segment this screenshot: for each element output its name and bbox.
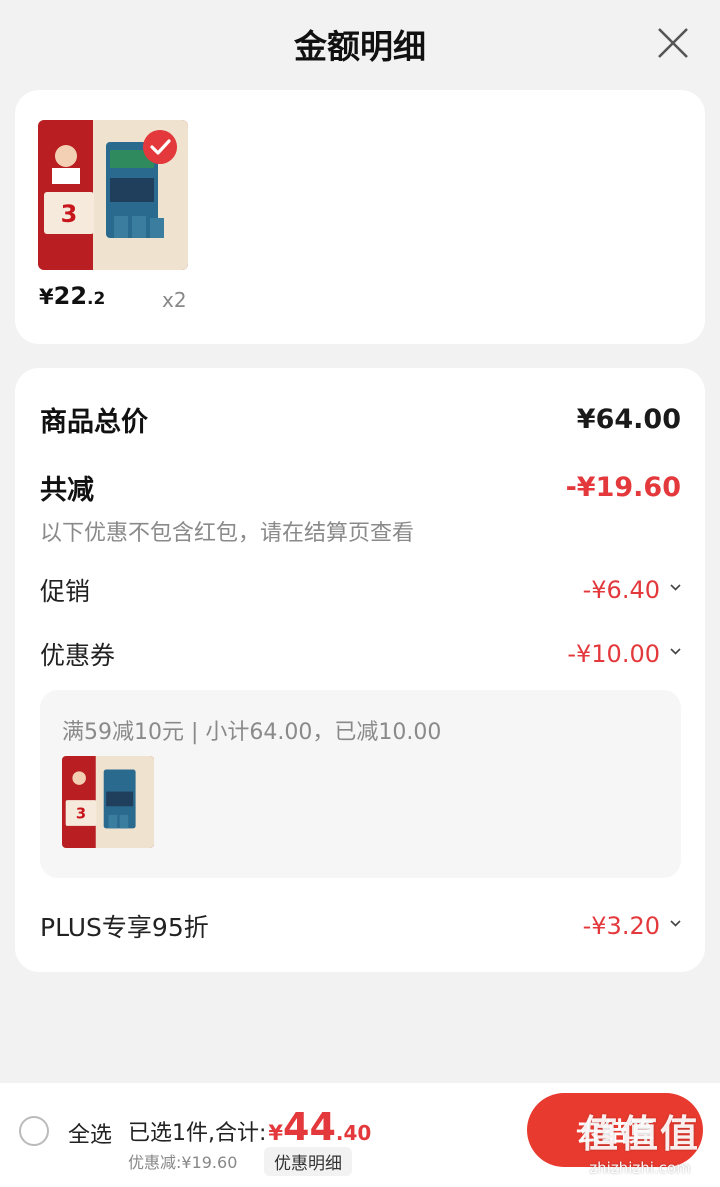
discount-note: 以下优惠不包含红包，请在结算页查看 xyxy=(40,521,415,546)
total-discount-value: -¥19.60 xyxy=(565,472,681,503)
page-title: 金额明细 xyxy=(294,27,426,66)
plus-discount-row[interactable]: PLUS专享95折 -¥3.20 xyxy=(40,908,681,944)
select-all-radio[interactable] xyxy=(19,1116,49,1146)
coupon-value: -¥10.00 xyxy=(567,640,681,668)
svg-text:3: 3 xyxy=(61,200,78,228)
summary-total-decimal: .40 xyxy=(335,1121,372,1145)
close-icon[interactable] xyxy=(656,26,690,60)
promotion-label: 促销 xyxy=(40,577,91,606)
chevron-down-icon xyxy=(670,920,681,927)
product-card: 3 ¥22.2 x2 xyxy=(15,90,705,344)
coupon-product-thumbnail: 3 xyxy=(62,756,154,848)
coupon-label: 优惠券 xyxy=(40,641,116,670)
total-price-label: 商品总价 xyxy=(40,407,148,438)
price-decimal: .2 xyxy=(87,289,106,309)
discount-summary: 优惠减:¥19.60 xyxy=(128,1153,238,1172)
promotion-row[interactable]: 促销 -¥6.40 xyxy=(40,572,681,608)
total-price-row: 商品总价 ¥64.00 xyxy=(40,400,681,439)
order-summary: 已选1件,合计: ¥ 44 .40 xyxy=(128,1105,371,1149)
coupon-row[interactable]: 优惠券 -¥10.00 xyxy=(40,636,681,672)
product-quantity: x2 xyxy=(162,288,187,312)
plus-discount-label: PLUS专享95折 xyxy=(40,913,209,942)
watermark: 值值值 zhizhizhi.com xyxy=(565,1103,715,1185)
total-discount-label: 共减 xyxy=(40,475,94,506)
coupon-detail-text: 满59减10元 | 小计64.00，已减10.00 xyxy=(62,720,442,745)
total-discount-row: 共减 -¥19.60 xyxy=(40,468,681,507)
breakdown-card: 商品总价 ¥64.00 共减 -¥19.60 以下优惠不包含红包，请在结算页查看… xyxy=(15,368,705,972)
chevron-down-icon xyxy=(670,648,681,655)
total-price-value: ¥64.00 xyxy=(576,404,681,435)
promotion-amount: -¥6.40 xyxy=(582,576,660,604)
svg-text:3: 3 xyxy=(76,806,86,823)
check-icon[interactable] xyxy=(143,130,177,164)
plus-discount-amount: -¥3.20 xyxy=(582,912,660,940)
price-integer: 22 xyxy=(53,282,88,310)
summary-currency: ¥ xyxy=(268,1121,284,1145)
promotion-value: -¥6.40 xyxy=(583,576,681,604)
summary-text: 已选1件,合计: xyxy=(128,1121,267,1146)
coupon-detail-box: 满59减10元 | 小计64.00，已减10.00 3 xyxy=(40,690,681,878)
coupon-amount: -¥10.00 xyxy=(567,640,660,668)
chevron-down-icon xyxy=(670,584,681,591)
watermark-logo: 值值值 xyxy=(579,1112,700,1156)
plus-discount-value: -¥3.20 xyxy=(583,912,681,940)
discount-detail-button[interactable]: 优惠明细 xyxy=(264,1147,352,1176)
product-price: ¥22.2 xyxy=(39,282,105,310)
header: 金额明细 xyxy=(0,0,720,88)
price-currency: ¥ xyxy=(39,285,54,309)
select-all-label[interactable]: 全选 xyxy=(68,1117,112,1149)
watermark-domain: zhizhizhi.com xyxy=(589,1159,691,1177)
summary-total-integer: 44 xyxy=(283,1105,336,1149)
